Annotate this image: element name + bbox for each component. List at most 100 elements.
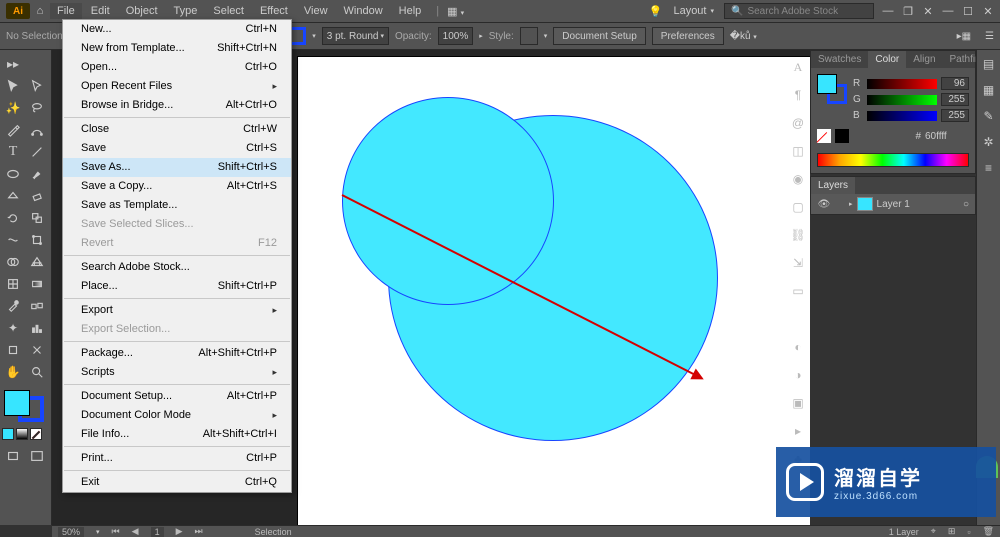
menu-item-exit[interactable]: ExitCtrl+Q — [63, 473, 291, 492]
min-sub-icon[interactable]: — — [882, 5, 894, 18]
artboard-tool[interactable] — [2, 340, 24, 360]
menu-item-new-from-template[interactable]: New from Template...Shift+Ctrl+N — [63, 39, 291, 58]
menu-view[interactable]: View — [297, 3, 335, 19]
asset-export-icon[interactable]: ⇲ — [789, 254, 807, 272]
nav-last-icon[interactable]: ⏭ — [195, 526, 203, 537]
target-icon[interactable]: ○ — [963, 199, 969, 210]
nav-next-icon[interactable]: ▶ — [176, 526, 183, 537]
type-tool[interactable]: T — [2, 142, 24, 162]
b-value[interactable]: 255 — [941, 109, 969, 122]
line-tool[interactable] — [26, 142, 48, 162]
opacity-field[interactable]: 100% — [438, 27, 474, 45]
preferences-button[interactable]: Preferences — [652, 27, 724, 45]
menu-effect[interactable]: Effect — [253, 3, 295, 19]
menu-help[interactable]: Help — [392, 3, 429, 19]
none-swatch[interactable] — [817, 129, 831, 143]
direct-selection-tool[interactable] — [26, 76, 48, 96]
css-icon[interactable]: ▣ — [789, 394, 807, 412]
b-slider[interactable] — [867, 111, 937, 121]
transform-icon[interactable]: ◫ — [789, 142, 807, 160]
shaper-tool[interactable] — [2, 186, 24, 206]
r-slider[interactable] — [867, 79, 937, 89]
align-to-icon[interactable]: �ků ▾ — [730, 31, 757, 42]
width-tool[interactable] — [2, 230, 24, 250]
color-mode-solid[interactable] — [2, 428, 14, 440]
arrange-docs-icon[interactable]: ▦ ▾ — [441, 5, 470, 18]
artboard-number[interactable]: 1 — [151, 527, 164, 537]
menu-item-document-color-mode[interactable]: Document Color Mode — [63, 406, 291, 425]
appearance-icon[interactable]: ◉ — [789, 170, 807, 188]
tab-layers[interactable]: Layers — [811, 177, 855, 194]
g-value[interactable]: 255 — [941, 93, 969, 106]
brush-tool[interactable] — [26, 164, 48, 184]
tab-swatches[interactable]: Swatches — [811, 51, 868, 68]
zoom-field[interactable]: 50% — [58, 527, 84, 537]
tab-color[interactable]: Color — [868, 51, 906, 68]
perspective-tool[interactable] — [26, 252, 48, 272]
g-slider[interactable] — [867, 95, 937, 105]
new-layer-icon[interactable]: ▫ — [967, 527, 970, 537]
scale-tool[interactable] — [26, 208, 48, 228]
visibility-icon[interactable]: 👁 — [817, 199, 831, 210]
menu-select[interactable]: Select — [206, 3, 251, 19]
locate-icon[interactable]: ⌖ — [931, 526, 936, 537]
menu-item-search-adobe-stock[interactable]: Search Adobe Stock... — [63, 258, 291, 277]
character-icon[interactable]: A — [789, 58, 807, 76]
actions-icon[interactable]: ▸ — [789, 422, 807, 440]
free-transform-tool[interactable] — [26, 230, 48, 250]
menu-item-save[interactable]: SaveCtrl+S — [63, 139, 291, 158]
hex-value[interactable]: 60ffff — [925, 131, 969, 142]
panel-menu-icon[interactable]: ☰ — [985, 31, 994, 42]
menu-item-open[interactable]: Open...Ctrl+O — [63, 58, 291, 77]
menu-item-save-a-copy[interactable]: Save a Copy...Alt+Ctrl+S — [63, 177, 291, 196]
menu-item-new[interactable]: New...Ctrl+N — [63, 20, 291, 39]
recolor-icon[interactable]: ◑ — [789, 366, 807, 384]
menu-item-print[interactable]: Print...Ctrl+P — [63, 449, 291, 468]
menu-item-browse-in-bridge[interactable]: Browse in Bridge...Alt+Ctrl+O — [63, 96, 291, 115]
libraries-icon[interactable]: ▦ — [981, 82, 997, 98]
menu-edit[interactable]: Edit — [84, 3, 117, 19]
nav-prev-icon[interactable]: ◀ — [132, 526, 139, 537]
slice-tool[interactable] — [26, 340, 48, 360]
eraser-tool[interactable] — [26, 186, 48, 206]
shape-builder-tool[interactable] — [2, 252, 24, 272]
paragraph-icon[interactable]: ¶ — [789, 86, 807, 104]
stroke-panel-icon[interactable]: ≡ — [981, 160, 997, 176]
graph-tool[interactable] — [26, 318, 48, 338]
ellipse-shape-1[interactable] — [342, 97, 554, 305]
close-icon[interactable]: ✕ — [982, 5, 994, 18]
spectrum-ramp[interactable] — [817, 153, 969, 167]
menu-item-scripts[interactable]: Scripts — [63, 363, 291, 382]
menu-item-save-as[interactable]: Save As...Shift+Ctrl+S — [63, 158, 291, 177]
ellipse-tool[interactable] — [2, 164, 24, 184]
layer-name[interactable]: Layer 1 — [877, 199, 910, 210]
nav-first-icon[interactable]: ⏮ — [112, 526, 120, 537]
restore-sub-icon[interactable]: ❐ — [902, 5, 914, 18]
menu-item-file-info[interactable]: File Info...Alt+Shift+Ctrl+I — [63, 425, 291, 444]
curvature-tool[interactable] — [26, 120, 48, 140]
menu-item-save-as-template[interactable]: Save as Template... — [63, 196, 291, 215]
glyphs-icon[interactable]: @ — [789, 114, 807, 132]
eyedropper-tool[interactable] — [2, 296, 24, 316]
toolbox-collapse-icon[interactable]: ▸▸ — [2, 54, 24, 74]
delete-layer-icon[interactable]: 🗑 — [983, 526, 994, 537]
pen-tool[interactable] — [2, 120, 24, 140]
gradient-tool[interactable] — [26, 274, 48, 294]
menu-item-open-recent-files[interactable]: Open Recent Files — [63, 77, 291, 96]
rotate-tool[interactable] — [2, 208, 24, 228]
zoom-tool[interactable] — [26, 362, 48, 382]
panel-fill-swatch[interactable] — [817, 74, 837, 94]
menu-item-package[interactable]: Package...Alt+Shift+Ctrl+P — [63, 344, 291, 363]
expand-icon[interactable]: ▸ — [849, 200, 853, 208]
menu-item-export[interactable]: Export — [63, 301, 291, 320]
stroke-weight-field[interactable]: 3 pt. Round ▾ — [322, 27, 389, 45]
mesh-tool[interactable] — [2, 274, 24, 294]
hand-tool[interactable]: ✋ — [2, 362, 24, 382]
selection-tool[interactable] — [2, 76, 24, 96]
lasso-tool[interactable] — [26, 98, 48, 118]
artboards-icon[interactable]: ▭ — [789, 282, 807, 300]
document-setup-button[interactable]: Document Setup — [553, 27, 646, 45]
symbols-icon[interactable]: ✲ — [981, 134, 997, 150]
screen-mode-toggle[interactable] — [26, 446, 48, 466]
color-mode-none[interactable] — [30, 428, 42, 440]
